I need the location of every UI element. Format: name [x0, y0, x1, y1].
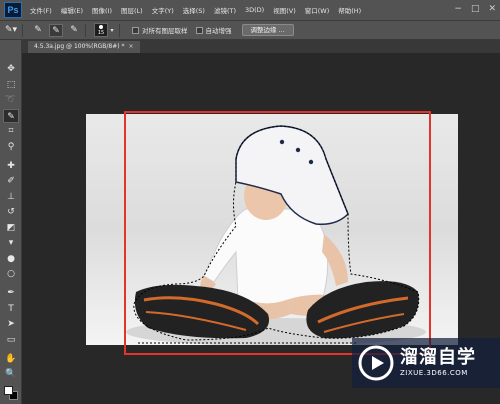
arrow-icon[interactable]: ➤: [3, 317, 19, 331]
refine-edge-button[interactable]: 调整边缘 ...: [241, 24, 294, 36]
document-title: 4.5.3a.jpg @ 100%(RGB/8#) *: [34, 43, 125, 50]
menu-select[interactable]: 选择(S): [183, 5, 205, 15]
menu-help[interactable]: 帮助(H): [338, 5, 361, 15]
marquee-icon[interactable]: ⬚: [3, 78, 19, 92]
brush-picker[interactable]: 15: [94, 23, 108, 37]
divider: [85, 23, 86, 37]
document-tab-bar: 4.5.3a.jpg @ 100%(RGB/8#) * ×: [22, 40, 500, 53]
hand-icon[interactable]: ✋: [3, 352, 19, 366]
menu-bar: Ps 文件(F) 编辑(E) 图像(I) 图层(L) 文字(Y) 选择(S) 滤…: [0, 0, 500, 21]
menu-image[interactable]: 图像(I): [92, 5, 112, 15]
auto-enhance-label: 自动增强: [205, 27, 232, 35]
minimize-icon[interactable]: −: [454, 4, 462, 14]
menu-window[interactable]: 窗口(W): [305, 5, 330, 15]
sample-all-layers-checkbox[interactable]: 对所有图层取样: [132, 25, 188, 35]
bucket-icon[interactable]: ▾: [3, 236, 19, 250]
checkbox-box[interactable]: [132, 26, 139, 34]
maximize-icon[interactable]: □: [471, 4, 480, 14]
dodge-icon[interactable]: ○: [3, 267, 19, 281]
bandage-icon[interactable]: ✚: [3, 159, 19, 173]
eyedropper-icon[interactable]: ⚲: [3, 140, 19, 154]
tool-preset-picker[interactable]: ✎▾: [4, 24, 18, 37]
close-tab-icon[interactable]: ×: [129, 43, 134, 50]
brush-icon[interactable]: ✐: [3, 174, 19, 188]
menu-view[interactable]: 视图(V): [273, 5, 296, 15]
close-icon[interactable]: ✕: [488, 4, 496, 14]
pen-icon[interactable]: ✒: [3, 286, 19, 300]
crop-icon[interactable]: ⌗: [3, 124, 19, 138]
menu-edit[interactable]: 编辑(E): [61, 5, 83, 15]
brush-tip-icon: [99, 25, 103, 29]
window-controls: − □ ✕: [454, 4, 496, 14]
toolbox: ✥ ⬚ ➰ ✎ ⌗ ⚲ ✚ ✐ ⊥ ↺ ◩ ▾ ● ○ ✒ T ➤ ▭ ✋ 🔍: [0, 40, 22, 404]
menu-3d[interactable]: 3D(D): [245, 6, 264, 14]
add-to-selection-icon[interactable]: ✎: [49, 23, 63, 37]
watermark-text: 溜溜自学 ZIXUE.3D66.COM: [400, 348, 476, 378]
subtract-selection-icon[interactable]: ✎: [67, 24, 81, 37]
watermark-title: 溜溜自学: [400, 347, 476, 368]
brush-size-value: 15: [97, 30, 105, 36]
divider: [119, 23, 120, 37]
watermark-url: ZIXUE.3D66.COM: [400, 369, 468, 377]
document-tab[interactable]: 4.5.3a.jpg @ 100%(RGB/8#) * ×: [28, 41, 140, 53]
divider: [22, 23, 23, 37]
move-icon[interactable]: ✥: [3, 62, 19, 76]
highlight-box: [124, 111, 431, 355]
menu-filter[interactable]: 滤镜(T): [214, 5, 236, 15]
menu-file[interactable]: 文件(F): [30, 5, 52, 15]
blur-drop-icon[interactable]: ●: [3, 252, 19, 266]
type-icon[interactable]: T: [3, 302, 19, 316]
lasso-icon[interactable]: ➰: [3, 93, 19, 107]
chevron-down-icon[interactable]: ▾: [109, 24, 115, 37]
quick-selection-icon[interactable]: ✎: [3, 108, 19, 123]
rectangle-icon[interactable]: ▭: [3, 333, 19, 347]
watermark: 溜溜自学 ZIXUE.3D66.COM: [352, 338, 500, 388]
options-bar: ✎▾ ✎ ✎ ✎ 15 ▾ 对所有图层取样 自动增强 调整边缘 ...: [0, 21, 500, 40]
checkbox-box[interactable]: [195, 26, 203, 34]
photoshop-logo: Ps: [4, 2, 22, 18]
play-logo-icon: [358, 345, 394, 381]
new-selection-icon[interactable]: ✎: [31, 24, 45, 37]
photoshop-window: Ps 文件(F) 编辑(E) 图像(I) 图层(L) 文字(Y) 选择(S) 滤…: [0, 0, 500, 404]
auto-enhance-checkbox[interactable]: 自动增强: [195, 25, 232, 35]
stamp-icon[interactable]: ⊥: [3, 190, 19, 204]
foreground-color-swatch[interactable]: [4, 386, 13, 395]
sample-all-layers-label: 对所有图层取样: [142, 27, 188, 35]
history-brush-icon[interactable]: ↺: [3, 205, 19, 219]
magnifier-icon[interactable]: 🔍: [3, 367, 19, 381]
eraser-icon[interactable]: ◩: [3, 221, 19, 235]
menu-layer[interactable]: 图层(L): [121, 5, 143, 15]
menu-type[interactable]: 文字(Y): [152, 5, 174, 15]
